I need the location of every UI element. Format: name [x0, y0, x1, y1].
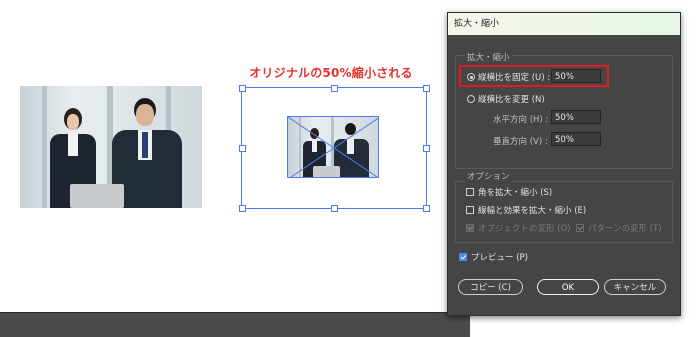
non-uniform-label[interactable]: 縦横比を変更 (N)	[478, 93, 545, 105]
transform-objects-label: オブジェクトの変形 (O)	[478, 224, 571, 234]
horizontal-scale-input[interactable]: 50%	[551, 110, 601, 124]
preview-checkbox[interactable]	[459, 253, 467, 261]
resize-handle[interactable]	[423, 85, 430, 92]
cancel-button[interactable]: キャンセル	[604, 279, 666, 295]
preview-cross-lines	[288, 117, 378, 177]
non-uniform-radio[interactable]	[467, 95, 475, 103]
transform-patterns-label: パターンの変形 (T)	[588, 224, 662, 234]
annotation-text: オリジナルの50%縮小される	[249, 66, 413, 80]
scale-corners-label[interactable]: 角を拡大・縮小 (S)	[478, 186, 552, 198]
ok-button[interactable]: OK	[537, 279, 599, 295]
original-photo[interactable]	[20, 86, 202, 208]
scale-strokes-label[interactable]: 線幅と効果を拡大・縮小 (E)	[478, 204, 586, 216]
dialog-title[interactable]: 拡大・縮小	[448, 13, 680, 35]
copy-button[interactable]: コピー (C)	[458, 279, 523, 295]
resize-handle[interactable]	[331, 85, 338, 92]
resize-handle[interactable]	[239, 85, 246, 92]
scale-strokes-checkbox[interactable]	[466, 206, 474, 214]
scale-dialog: 拡大・縮小 拡大・縮小 縦横比を固定 (U) : 50% 縦横比を変更 (N) …	[447, 12, 681, 316]
resize-handle[interactable]	[423, 205, 430, 212]
vertical-label: 垂直方向 (V) :	[493, 137, 548, 147]
pasteboard	[0, 313, 470, 337]
transform-objects-checkbox	[466, 224, 474, 232]
laptop	[70, 184, 124, 208]
resize-handle[interactable]	[239, 145, 246, 152]
highlight-frame	[459, 65, 609, 87]
horizontal-label: 水平方向 (H) :	[493, 115, 549, 125]
resize-handle[interactable]	[331, 205, 338, 212]
options-group-label: オプション	[465, 170, 512, 182]
transform-patterns-checkbox	[576, 224, 584, 232]
resize-handle[interactable]	[423, 145, 430, 152]
scale-corners-checkbox[interactable]	[466, 188, 474, 196]
scaled-preview-photo[interactable]	[287, 116, 379, 178]
resize-handle[interactable]	[239, 205, 246, 212]
vertical-scale-input[interactable]: 50%	[551, 132, 601, 146]
preview-label[interactable]: プレビュー (P)	[471, 251, 528, 263]
scale-group-label: 拡大・縮小	[465, 51, 512, 63]
